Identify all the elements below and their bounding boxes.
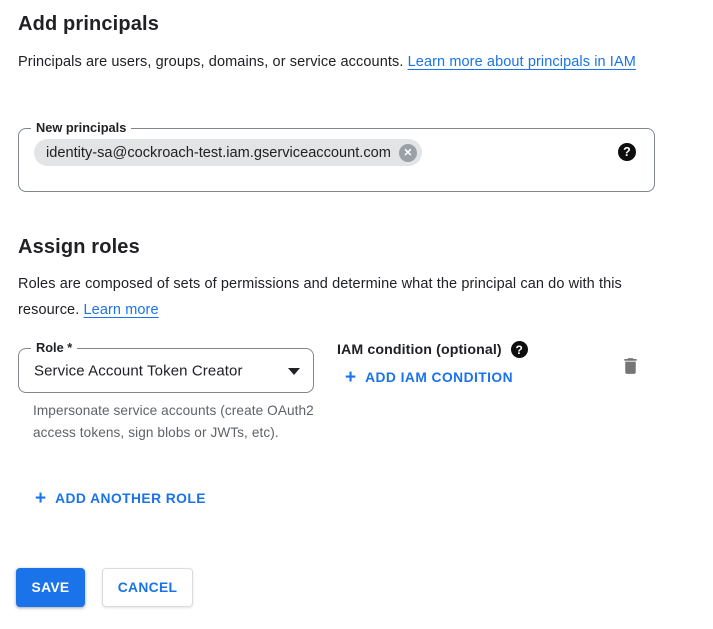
principal-chip-value: identity-sa@cockroach-test.iam.gservicea… xyxy=(46,145,391,161)
learn-more-principals-link[interactable]: Learn more about principals in IAM xyxy=(408,54,636,70)
trash-icon xyxy=(620,355,641,377)
remove-principal-icon[interactable]: ✕ xyxy=(399,144,417,162)
plus-icon: + xyxy=(35,492,46,506)
delete-role-button[interactable] xyxy=(616,352,644,380)
iam-condition-help-icon[interactable]: ? xyxy=(511,341,528,358)
page-title: Add principals xyxy=(18,11,159,37)
add-iam-condition-label: ADD IAM CONDITION xyxy=(365,370,513,385)
role-selected-value: Service Account Token Creator xyxy=(34,362,243,379)
iam-condition-header: IAM condition (optional) ? xyxy=(337,341,528,358)
principal-chip[interactable]: identity-sa@cockroach-test.iam.gservicea… xyxy=(34,139,422,166)
add-principals-panel: Add principals Principals are users, gro… xyxy=(0,0,713,629)
new-principals-field[interactable]: New principals identity-sa@cockroach-tes… xyxy=(18,128,655,192)
new-principals-help-icon[interactable]: ? xyxy=(618,143,636,161)
principals-description: Principals are users, groups, domains, o… xyxy=(18,50,680,76)
role-label: Role * xyxy=(31,340,77,356)
roles-description: Roles are composed of sets of permission… xyxy=(18,272,658,323)
iam-condition-label: IAM condition (optional) xyxy=(337,342,502,358)
dropdown-arrow-icon xyxy=(288,368,300,375)
add-iam-condition-button[interactable]: + ADD IAM CONDITION xyxy=(341,368,517,387)
role-select[interactable]: Role * Service Account Token Creator xyxy=(18,348,314,393)
plus-icon: + xyxy=(345,371,356,385)
add-another-role-label: ADD ANOTHER ROLE xyxy=(55,491,206,506)
add-another-role-button[interactable]: + ADD ANOTHER ROLE xyxy=(31,489,210,508)
principals-description-text: Principals are users, groups, domains, o… xyxy=(18,54,408,70)
learn-more-roles-link[interactable]: Learn more xyxy=(83,302,158,318)
new-principals-label: New principals xyxy=(31,120,131,136)
save-button[interactable]: SAVE xyxy=(16,568,85,607)
role-helper-text: Impersonate service accounts (create OAu… xyxy=(33,400,315,443)
cancel-button[interactable]: CANCEL xyxy=(102,568,193,607)
assign-roles-title: Assign roles xyxy=(18,234,140,260)
